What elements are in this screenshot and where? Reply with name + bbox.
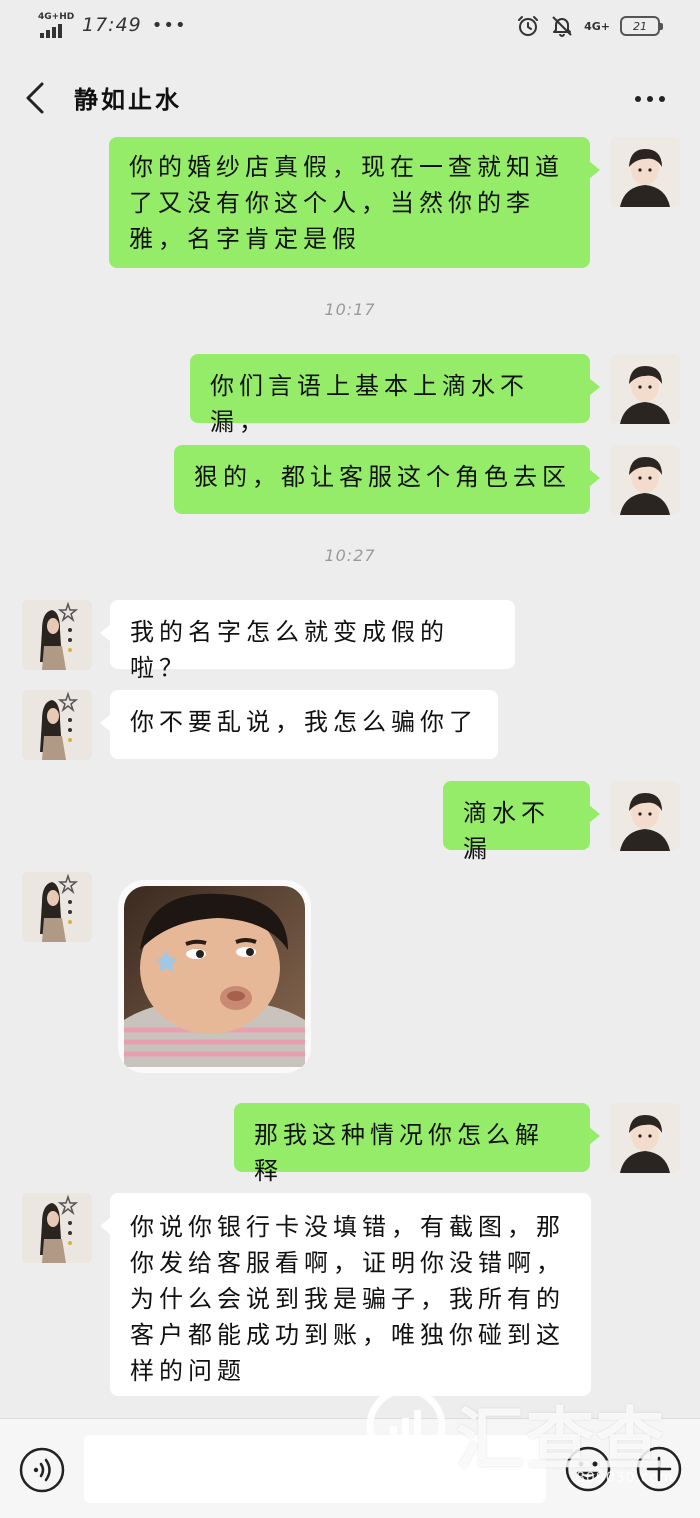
user-avatar[interactable]: [610, 781, 680, 851]
message-input[interactable]: [84, 1435, 546, 1503]
mute-bell-icon: [552, 16, 572, 37]
child-sticker-icon: [124, 886, 305, 1067]
status-time: 17:49: [82, 14, 142, 36]
avatar-photo-icon: [22, 600, 92, 670]
contact-avatar[interactable]: [22, 1193, 92, 1263]
chat-title: 静如止水: [74, 86, 182, 114]
signal-icon: 4G+HD: [38, 12, 75, 38]
timestamp: 10:27: [324, 546, 376, 565]
message-bubble-outgoing[interactable]: 那我这种情况你怎么解释: [234, 1103, 600, 1185]
contact-avatar[interactable]: [22, 872, 92, 942]
contact-avatar[interactable]: [22, 600, 92, 670]
emoji-button[interactable]: [563, 1444, 613, 1494]
contact-avatar[interactable]: [22, 690, 92, 760]
message-bubble-outgoing[interactable]: 你们言语上基本上滴水不漏，: [190, 354, 600, 436]
message-bubble-outgoing[interactable]: 滴水不漏: [443, 781, 600, 863]
more-functions-button[interactable]: [634, 1444, 684, 1494]
avatar-illustration-icon: [610, 781, 680, 851]
back-button[interactable]: [18, 78, 54, 118]
avatar-illustration-icon: [610, 1103, 680, 1173]
message-bubble-incoming[interactable]: 你不要乱说，我怎么骗你了: [100, 690, 498, 759]
avatar-photo-icon: [22, 872, 92, 942]
voice-input-button[interactable]: [18, 1446, 66, 1494]
status-right: 4G+ 21: [516, 12, 663, 40]
battery-icon: 21: [620, 16, 663, 36]
network-type-left: 4G+HD: [38, 12, 75, 22]
battery-level: 21: [633, 19, 647, 33]
alarm-icon: [518, 16, 539, 36]
avatar-illustration-icon: [610, 137, 680, 207]
message-bubble-incoming[interactable]: 我的名字怎么就变成假的啦？: [100, 600, 515, 682]
message-bubble-incoming[interactable]: 你说你银行卡没填错，有截图，那你发给客服看啊，证明你没错啊，为什么会说到我是骗子…: [100, 1193, 591, 1396]
more-options-button[interactable]: [630, 84, 670, 114]
avatar-photo-icon: [22, 690, 92, 760]
input-bar: [0, 1418, 700, 1518]
message-bubble-outgoing[interactable]: 你的婚纱店真假，现在一查就知道了又没有你这个人，当然你的李雅，名字肯定是假: [109, 137, 600, 268]
user-avatar[interactable]: [610, 137, 680, 207]
avatar-illustration-icon: [610, 445, 680, 515]
user-avatar[interactable]: [610, 1103, 680, 1173]
sticker-message[interactable]: [118, 880, 311, 1073]
user-avatar[interactable]: [610, 354, 680, 424]
avatar-illustration-icon: [610, 354, 680, 424]
avatar-photo-icon: [22, 1193, 92, 1263]
timestamp: 10:17: [324, 300, 376, 319]
status-bar: 4G+HD 17:49 ••• 4G+ 21: [0, 0, 700, 52]
chat-header: 静如止水: [0, 60, 700, 136]
user-avatar[interactable]: [610, 445, 680, 515]
status-left: 4G+HD 17:49 •••: [38, 10, 187, 40]
network-type-right: 4G+: [584, 19, 610, 33]
message-bubble-outgoing[interactable]: 狠的，都让客服这个角色去区: [174, 445, 600, 514]
status-dots: •••: [151, 14, 187, 36]
